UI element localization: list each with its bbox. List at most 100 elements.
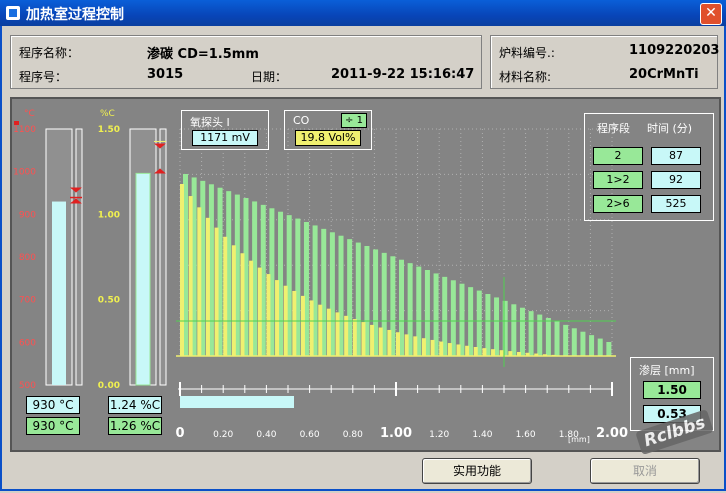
target-profile-bar (468, 287, 474, 356)
target-profile-bar (554, 321, 560, 356)
actual-profile-bar (361, 322, 366, 356)
depth-tick-label: 0.40 (256, 430, 276, 440)
target-profile-bar (476, 290, 482, 356)
actual-profile-bar (430, 339, 435, 356)
co-label: CO (293, 114, 310, 127)
app-icon (6, 6, 20, 20)
stage-header: 程序段 (597, 122, 630, 135)
actual-profile-bar (456, 344, 461, 356)
carbon-actual-readout: 1.24 %C (108, 396, 162, 414)
actual-profile-bar (231, 245, 236, 356)
actual-profile-bar (439, 341, 444, 356)
target-profile-bar (563, 324, 569, 356)
program-info-panel: 程序名称： 渗碳 CD=1.5mm 程序号： 3015 日期： 2011-9-2… (10, 35, 482, 89)
temp-tick-label: 600 (19, 338, 36, 348)
time-cell: 525 (651, 195, 701, 213)
oxygen-probe-box: 氧探头 I 1171 mV (181, 110, 269, 150)
actual-profile-bar (300, 295, 305, 356)
actual-profile-bar (447, 343, 452, 356)
actual-profile-bar (214, 227, 219, 356)
stage-cell: 2 (593, 147, 643, 165)
target-profile-bar (528, 311, 534, 356)
actual-profile-bar (404, 334, 409, 356)
date-label: 日期： (251, 70, 288, 84)
utility-functions-button[interactable]: 实用功能 (422, 458, 532, 484)
actual-profile-bar (197, 207, 202, 356)
depth-tick-label: 1.00 (380, 426, 412, 441)
actual-profile-bar (465, 345, 470, 356)
depth-tick-label: 0.60 (300, 430, 320, 440)
process-panel: °C 1100 1000 900 800 700 600 500 %C 1.50 1.00 0.… (10, 97, 721, 452)
temp-unit: °C (24, 109, 35, 119)
co-value: 19.8 Vol% (295, 130, 361, 146)
temp-tick-label: 500 (19, 381, 36, 391)
actual-profile-bar (396, 332, 400, 356)
actual-profile-bar (326, 308, 331, 356)
carbon-tick-label: 0.50 (98, 296, 120, 306)
actual-profile-bar (275, 280, 280, 356)
target-profile-bar (597, 338, 603, 356)
actual-profile-bar (205, 217, 210, 356)
depth-axis-unit: [mm] (568, 435, 590, 444)
case-depth-label: 渗层 [mm] (639, 364, 695, 377)
case-depth-target: 1.50 (643, 381, 701, 399)
batch-value: 1109220203 (629, 43, 720, 58)
target-profile-bar (494, 297, 500, 356)
actual-profile-bar (335, 312, 340, 356)
stage-cell: 1>2 (593, 171, 643, 189)
target-profile-bar (606, 342, 612, 356)
co-factor[interactable]: ÷ 1 (341, 113, 367, 128)
oxygen-probe-value: 1171 mV (192, 130, 258, 146)
carbon-tick-label: 1.50 (98, 125, 120, 135)
window-title: 加热室过程控制 (26, 7, 124, 23)
temp-actual-readout: 930 °C (26, 396, 80, 414)
material-value: 20CrMnTi (629, 67, 699, 82)
temp-tick-label: 1100 (13, 125, 36, 135)
carbon-tick-label: 0.00 (98, 381, 120, 391)
depth-tick-label: 0 (175, 426, 184, 441)
co-box: CO ÷ 1 19.8 Vol% (284, 110, 372, 150)
actual-profile-bar (180, 184, 184, 356)
carbon-gauge-scale (159, 128, 167, 386)
temp-gauge-scale (75, 128, 83, 386)
actual-profile-bar (499, 350, 504, 356)
depth-tick-label: 0.20 (213, 430, 233, 440)
program-name-label: 程序名称： (19, 46, 80, 60)
target-profile-bar (502, 300, 508, 356)
temp-tick-label: 900 (19, 210, 36, 220)
actual-profile-bar (292, 290, 297, 356)
actual-profile-bar (257, 267, 262, 356)
stage-panel: 程序段 时间 (分) 2 87 1>2 92 2>6 525 (584, 113, 714, 221)
temp-tick-label: 700 (19, 296, 36, 306)
depth-axis-ticks (179, 382, 613, 396)
temp-setpoint-readout: 930 °C (26, 417, 80, 435)
time-cell: 87 (651, 147, 701, 165)
target-profile-bar (545, 318, 551, 356)
target-profile-bar (580, 331, 586, 356)
target-profile-bar (511, 304, 517, 356)
cancel-button[interactable]: 取消 (590, 458, 700, 484)
date-value: 2011-9-22 15:16:47 (331, 67, 475, 82)
actual-profile-bar (223, 236, 228, 356)
program-number-label: 程序号： (19, 70, 68, 84)
time-header: 时间 (分) (647, 122, 693, 135)
temp-tick-label: 800 (19, 253, 36, 263)
actual-profile-bar (482, 348, 487, 356)
oxygen-probe-label: 氧探头 I (190, 116, 230, 129)
actual-profile-bar (491, 349, 496, 356)
stage-cell: 2>6 (593, 195, 643, 213)
actual-profile-bar (309, 300, 314, 356)
close-button[interactable]: ✕ (700, 3, 722, 25)
temp-actual-bar (52, 201, 66, 385)
depth-progress-bar (180, 396, 294, 408)
actual-profile-bar (318, 304, 323, 356)
depth-tick-label: 1.60 (516, 430, 536, 440)
actual-profile-bar (266, 274, 271, 356)
actual-profile-bar (473, 346, 478, 356)
material-label: 材料名称: (499, 70, 552, 84)
depth-tick-label: 0.80 (343, 430, 363, 440)
actual-profile-bar (378, 327, 383, 356)
target-profile-bar (519, 307, 525, 356)
furnace-info-panel: 炉料编号.: 1109220203 材料名称: 20CrMnTi (490, 35, 720, 89)
actual-profile-bar (413, 336, 418, 356)
